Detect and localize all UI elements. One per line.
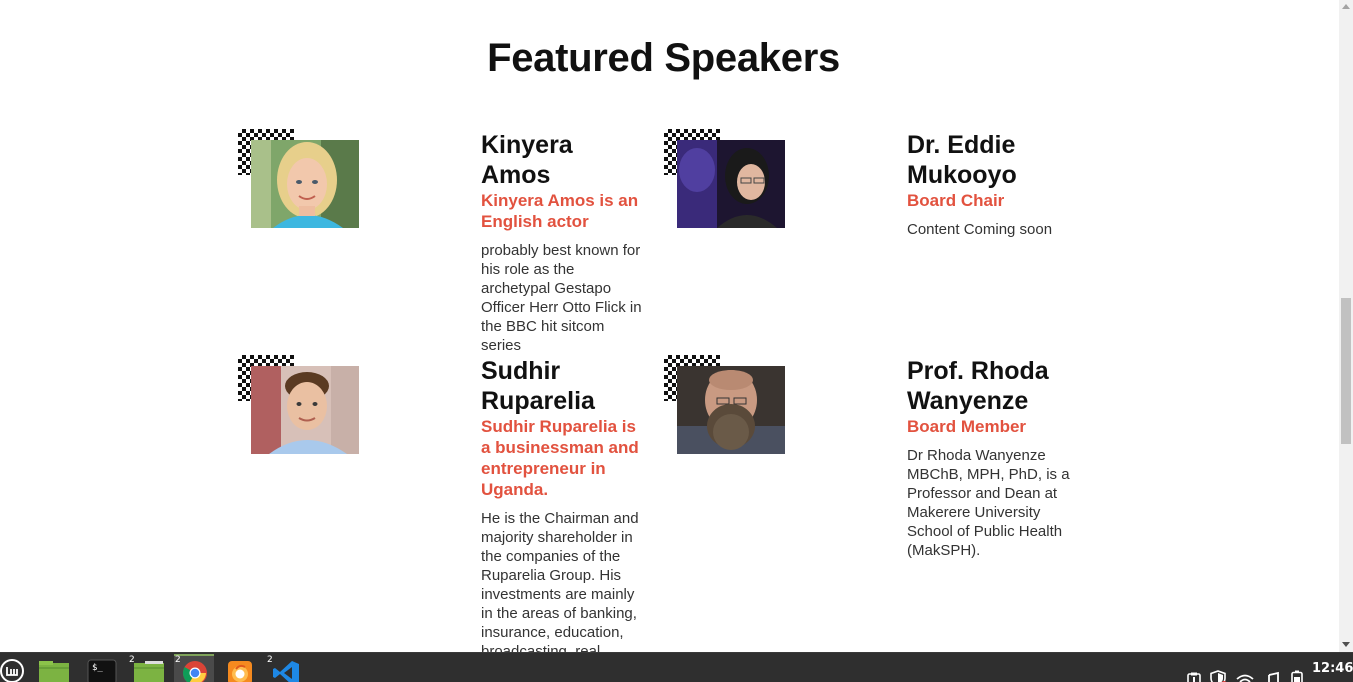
- speaker-bio: probably best known for his role as the …: [481, 242, 642, 354]
- taskbar: $_ 2 2 2 12:46: [0, 652, 1353, 682]
- taskbar-item-vscode[interactable]: 2: [266, 655, 306, 682]
- music-icon[interactable]: [1264, 665, 1280, 682]
- speaker-role: Board Chair: [907, 191, 1005, 210]
- chrome-icon: [183, 661, 207, 682]
- firefox-icon: [228, 661, 252, 682]
- speaker-photo[interactable]: [251, 140, 359, 228]
- scroll-down-arrow-icon[interactable]: [1342, 642, 1350, 647]
- mint-menu-icon: [0, 659, 24, 682]
- wifi-icon[interactable]: [1236, 666, 1254, 682]
- files-icon: [39, 661, 69, 682]
- speaker-photo-frame: [238, 129, 360, 229]
- speaker-photo-frame: [238, 355, 360, 455]
- scroll-thumb[interactable]: [1341, 298, 1351, 444]
- taskbar-item-files[interactable]: [33, 656, 73, 682]
- vertical-scrollbar[interactable]: [1339, 0, 1353, 652]
- clipboard-icon[interactable]: [1186, 665, 1202, 682]
- speaker-info: Kinyera Amos Kinyera Amos is an English …: [481, 130, 646, 355]
- speaker-photo[interactable]: [677, 140, 785, 228]
- speaker-bio: Content Coming soon: [907, 221, 1053, 238]
- speaker-role: Sudhir Ruparelia is a businessman and en…: [481, 417, 639, 499]
- shield-icon[interactable]: [1210, 664, 1228, 682]
- speaker-name[interactable]: Kinyera Amos: [481, 130, 646, 190]
- taskbar-item-firefox[interactable]: [220, 656, 260, 682]
- speaker-info: Dr. Eddie Mukooyo Board Chair Content Co…: [907, 130, 1072, 239]
- terminal-icon: $_: [87, 659, 117, 682]
- window-count-badge: 2: [175, 655, 181, 665]
- speaker-bio: Dr Rhoda Wanyenze MBChB, MPH, PhD, is a …: [907, 447, 1070, 559]
- speaker-photo-frame: [664, 129, 786, 229]
- speaker-info: Sudhir Ruparelia Sudhir Ruparelia is a b…: [481, 356, 646, 652]
- speaker-info: Prof. Rhoda Wanyenze Board Member Dr Rho…: [907, 356, 1072, 560]
- svg-text:$_: $_: [92, 663, 103, 673]
- taskbar-item-chrome[interactable]: 2: [174, 654, 214, 682]
- speaker-name[interactable]: Prof. Rhoda Wanyenze: [907, 356, 1072, 416]
- scroll-up-arrow-icon[interactable]: [1342, 4, 1350, 9]
- speaker-bio: He is the Chairman and majority sharehol…: [481, 510, 639, 652]
- speaker-name[interactable]: Dr. Eddie Mukooyo: [907, 130, 1072, 190]
- speaker-photo[interactable]: [251, 366, 359, 454]
- menu-button[interactable]: [0, 656, 28, 682]
- web-page: Featured Speakers Kinyera Amos Kinyera A…: [0, 0, 1339, 652]
- section-title: Featured Speakers: [487, 36, 840, 80]
- vscode-icon: [273, 661, 299, 682]
- speaker-photo[interactable]: [677, 366, 785, 454]
- taskbar-item-files-group[interactable]: 2: [128, 655, 168, 682]
- speaker-photo-frame: [664, 355, 786, 455]
- speaker-role: Board Member: [907, 417, 1027, 436]
- files-icon: [134, 661, 164, 682]
- taskbar-item-terminal[interactable]: $_: [80, 656, 120, 682]
- clock[interactable]: 12:46: [1312, 661, 1353, 676]
- speaker-name[interactable]: Sudhir Ruparelia: [481, 356, 646, 416]
- battery-icon[interactable]: [1291, 664, 1303, 682]
- speaker-role: Kinyera Amos is an English actor: [481, 191, 639, 231]
